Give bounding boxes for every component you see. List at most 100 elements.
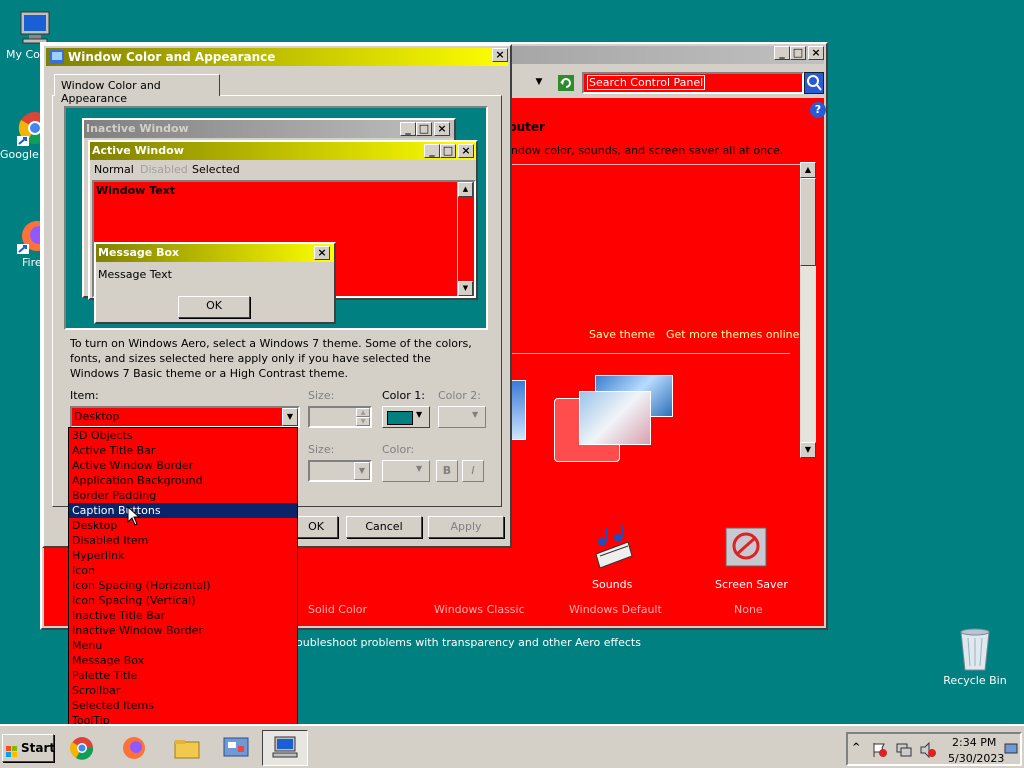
dropdown-option[interactable]: 3D Objects xyxy=(69,428,297,443)
dropdown-option[interactable]: Message Box xyxy=(69,653,297,668)
theme-thumbnail[interactable] xyxy=(510,380,526,440)
apply-button: Apply xyxy=(428,516,504,538)
dropdown-option[interactable]: Border Padding xyxy=(69,488,297,503)
item-dropdown-list[interactable]: 3D Objects Active Title Bar Active Window … xyxy=(68,427,298,744)
show-desktop-icon[interactable] xyxy=(1004,742,1018,756)
theme-thumbnail-selected[interactable] xyxy=(554,375,673,462)
item-select-value: Desktop xyxy=(74,410,120,423)
dialog-title: Window Color and Appearance xyxy=(68,50,276,64)
close-button[interactable]: × xyxy=(808,46,824,60)
bottom-item-windows-classic[interactable]: Windows Classic xyxy=(434,603,525,616)
address-dropdown-arrow[interactable]: ▼ xyxy=(532,74,546,90)
scroll-thumb[interactable] xyxy=(800,178,816,266)
dropdown-option[interactable]: Icon Spacing (Horizontal) xyxy=(69,578,297,593)
taskbar-active-window-button[interactable] xyxy=(262,730,308,766)
bottom-item-sounds[interactable]: Sounds xyxy=(592,578,632,591)
bottom-item-screen-saver-sub: None xyxy=(734,603,763,616)
preview-menu-normal: Normal xyxy=(94,163,134,176)
preview-max-button: □ xyxy=(416,122,432,136)
start-button[interactable]: Start xyxy=(2,734,56,762)
system-tray: ^ 2:34 PM 5/30/2023 xyxy=(846,732,1022,766)
color1-swatch xyxy=(387,411,413,425)
ok-button[interactable]: OK xyxy=(294,516,338,538)
dropdown-option[interactable]: Icon xyxy=(69,563,297,578)
clock-time[interactable]: 2:34 PM xyxy=(952,736,996,749)
spinner-up: ▲ xyxy=(356,408,370,417)
dropdown-option[interactable]: Scrollbar xyxy=(69,683,297,698)
control-panel-icon[interactable] xyxy=(222,734,250,762)
refresh-icon[interactable] xyxy=(556,73,576,93)
preview-scroll-up: ▲ xyxy=(458,182,473,197)
dropdown-option[interactable]: Selected Items xyxy=(69,698,297,713)
font-size-label: Size: xyxy=(308,443,335,456)
quick-launch xyxy=(58,730,308,766)
divider xyxy=(508,164,800,165)
font-size-select: ▼ xyxy=(308,460,372,482)
save-theme-link[interactable]: Save theme xyxy=(589,328,655,341)
bottom-item-screen-saver[interactable]: Screen Saver xyxy=(715,578,788,591)
tab-window-color[interactable]: Window Color and Appearance xyxy=(54,74,220,105)
taskbar: Start ^ 2:34 PM 5/30/2023 xyxy=(0,724,1024,768)
clock-date[interactable]: 5/30/2023 xyxy=(948,752,1004,765)
scroll-up-arrow[interactable]: ▲ xyxy=(800,162,816,178)
dropdown-option[interactable]: Inactive Window Border xyxy=(69,623,297,638)
dropdown-option[interactable]: Caption Buttons xyxy=(69,503,297,518)
item-select-arrow[interactable]: ▼ xyxy=(282,408,298,426)
dropdown-option[interactable]: Hyperlink xyxy=(69,548,297,563)
dropdown-option[interactable]: Inactive Title Bar xyxy=(69,608,297,623)
help-icon[interactable]: ? xyxy=(810,102,826,118)
color2-label: Color 2: xyxy=(438,389,481,402)
preview-close-button: × xyxy=(458,144,474,158)
desktop-icon-label: Recycle Bin xyxy=(943,674,1007,687)
show-hidden-icons[interactable]: ^ xyxy=(852,742,860,753)
themes-scrollbar[interactable]: ▲ ▼ xyxy=(800,162,816,458)
preview-inactive-title: Inactive Window xyxy=(86,122,189,135)
preview-close-button: × xyxy=(434,122,450,136)
dropdown-option[interactable]: Desktop xyxy=(69,518,297,533)
dropdown-option[interactable]: Active Window Border xyxy=(69,458,297,473)
color1-picker[interactable]: ▼ xyxy=(382,406,430,428)
cancel-button[interactable]: Cancel xyxy=(346,516,422,538)
preview-menu-selected: Selected xyxy=(192,163,240,176)
troubleshoot-link[interactable]: oubleshoot problems with transparency an… xyxy=(296,636,641,649)
preview-scroll-down: ▼ xyxy=(458,281,473,296)
dropdown-option[interactable]: Menu xyxy=(69,638,297,653)
firefox-icon[interactable] xyxy=(122,736,146,760)
desktop-icon-recycle-bin[interactable]: Recycle Bin xyxy=(940,626,1010,687)
dropdown-option[interactable]: Active Title Bar xyxy=(69,443,297,458)
preview-inactive-titlebar: Inactive Window xyxy=(84,120,454,138)
network-icon[interactable] xyxy=(896,742,912,758)
search-icon[interactable] xyxy=(804,72,824,94)
dropdown-option[interactable]: Icon Spacing (Vertical) xyxy=(69,593,297,608)
dropdown-option[interactable]: Application Background xyxy=(69,473,297,488)
minimize-button[interactable]: _ xyxy=(774,46,790,60)
theme-image xyxy=(579,391,651,445)
scroll-down-arrow[interactable]: ▼ xyxy=(800,442,816,458)
chrome-icon[interactable] xyxy=(70,736,94,760)
dropdown-option[interactable]: Palette Title xyxy=(69,668,297,683)
dropdown-option[interactable]: Disabled Item xyxy=(69,533,297,548)
aero-info-text: To turn on Windows Aero, select a Window… xyxy=(70,337,472,380)
preview-menu-disabled: Disabled xyxy=(140,163,188,176)
item-select[interactable]: Desktop ▼ xyxy=(70,406,300,428)
preview-active-title: Active Window xyxy=(92,144,184,157)
preview-msgbox-titlebar: Message Box xyxy=(96,244,334,262)
start-label: Start xyxy=(21,741,56,755)
volume-icon[interactable] xyxy=(920,741,936,759)
search-box[interactable]: Search Control Panel xyxy=(582,72,804,94)
get-more-themes-link[interactable]: Get more themes online xyxy=(666,328,799,341)
screen-saver-icon[interactable] xyxy=(724,526,770,570)
search-input[interactable]: Search Control Panel xyxy=(586,75,706,90)
action-center-icon[interactable] xyxy=(872,742,888,758)
bottom-item-solid-color[interactable]: Solid Color xyxy=(308,603,367,616)
preview-message-box: Message Box × Message Text OK xyxy=(94,242,336,324)
dialog-close-button[interactable]: × xyxy=(492,48,508,62)
font-color-label: Color: xyxy=(382,443,415,456)
maximize-button[interactable]: □ xyxy=(790,46,806,60)
file-explorer-icon[interactable] xyxy=(174,738,200,760)
dialog-titlebar[interactable]: Window Color and Appearance xyxy=(46,48,508,66)
chevron-down-icon: ▼ xyxy=(472,410,479,419)
chevron-down-icon: ▼ xyxy=(354,462,370,480)
color1-label: Color 1: xyxy=(382,389,425,402)
sounds-icon[interactable] xyxy=(590,526,636,570)
